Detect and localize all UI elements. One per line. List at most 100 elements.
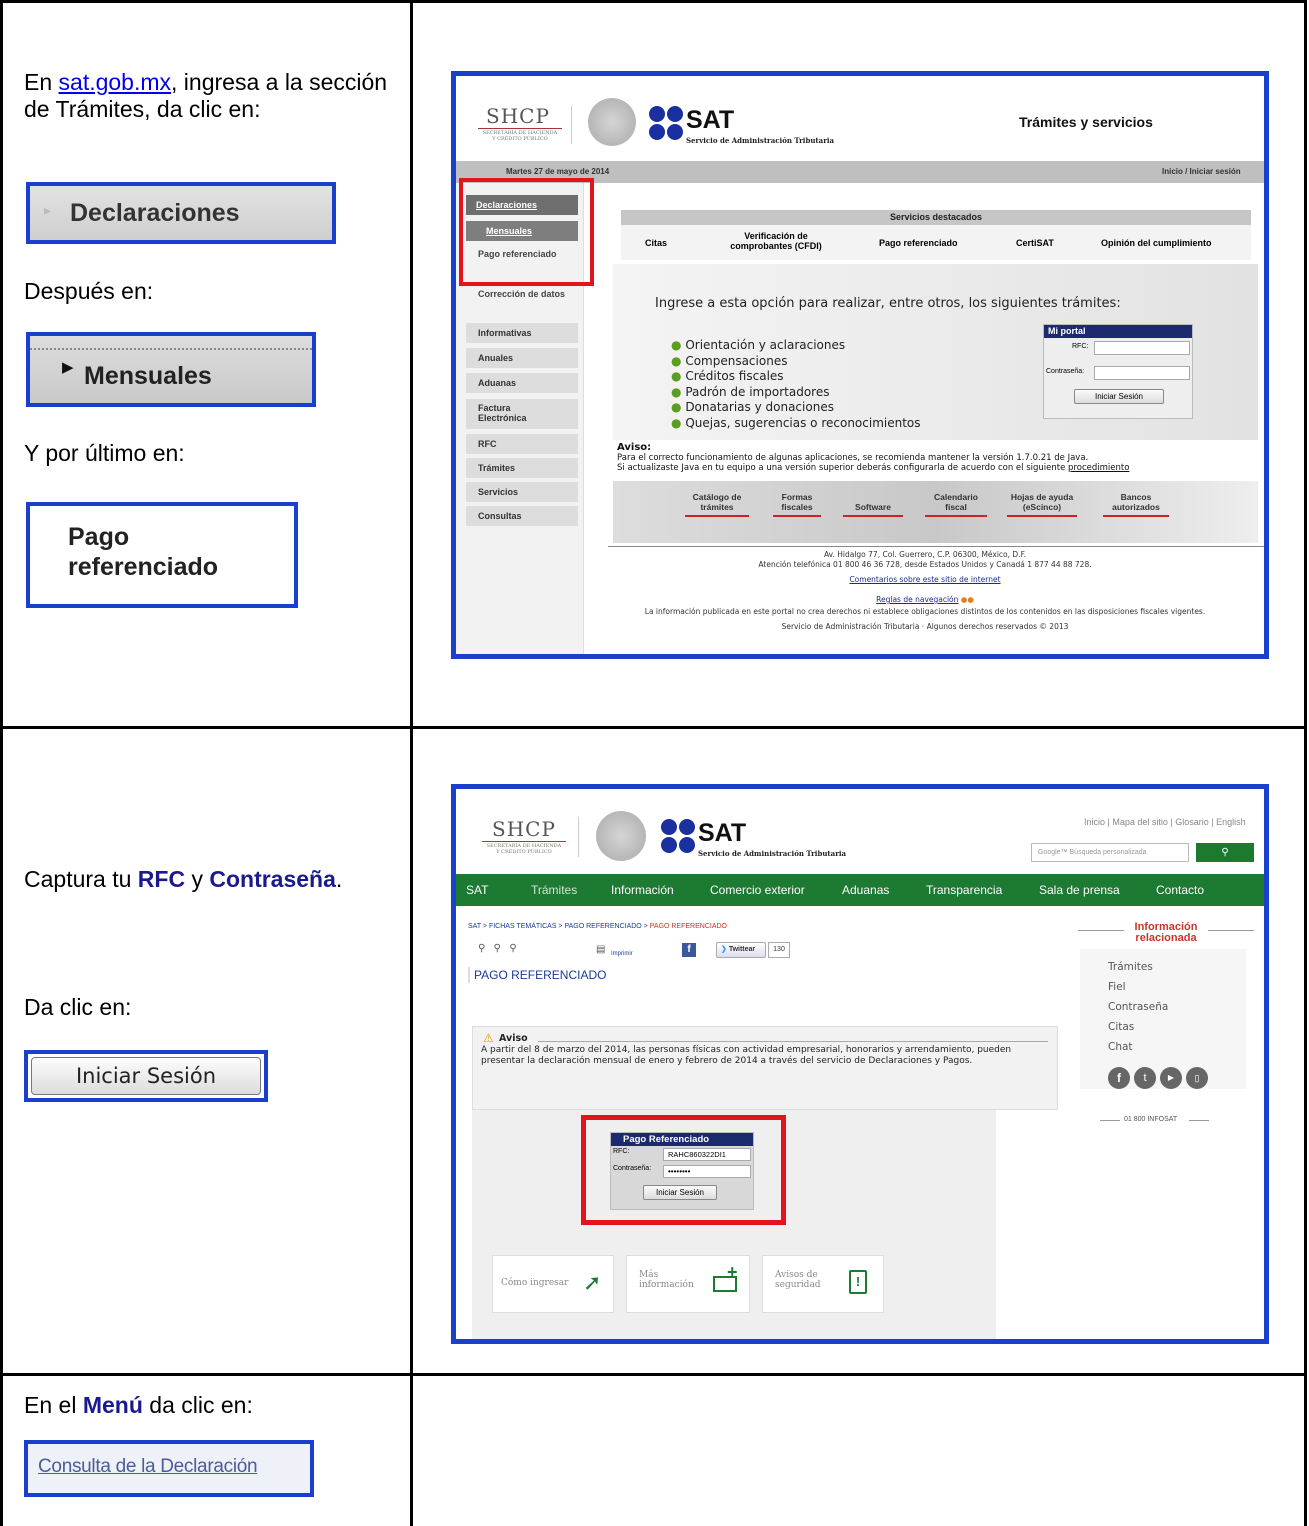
menu-text: En el Menú da clic en:: [24, 1392, 253, 1419]
servicio-link[interactable]: Pago referenciado: [879, 238, 958, 248]
pago-referenciado-button-image: Pago referenciado: [26, 502, 298, 608]
reglas-link[interactable]: Reglas de navegación: [876, 595, 958, 604]
mensuales-button-image: ▶ Mensuales: [26, 332, 316, 407]
rfc-emphasis: RFC: [137, 866, 186, 892]
aviso-line1: Para el correcto funcionamiento de algun…: [617, 453, 1089, 463]
triangle-icon: ▶: [62, 359, 74, 376]
tramite-label: Créditos fiscales: [685, 369, 784, 384]
bottom-link[interactable]: Bancos autorizados: [1103, 492, 1169, 517]
shcp-line: [478, 128, 562, 129]
menu-item-informativas[interactable]: Informativas: [466, 323, 578, 343]
tramite-label: Orientación y aclaraciones: [685, 338, 846, 352]
nav-item[interactable]: Aduanas: [842, 883, 889, 897]
nav-item[interactable]: Trámites: [531, 883, 577, 897]
rfc-input[interactable]: RAHC860322DI1: [663, 1148, 751, 1161]
declaraciones-label: Declaraciones: [70, 199, 240, 227]
password-input[interactable]: ••••••••: [663, 1165, 751, 1178]
rfc-label: RFC:: [613, 1148, 630, 1155]
aviso-block: Aviso: Para el correcto funcionamiento d…: [617, 443, 1262, 474]
info-link[interactable]: Fiel: [1108, 977, 1168, 997]
nav-item[interactable]: Contacto: [1156, 883, 1204, 897]
tile-mas-informacion[interactable]: Más información +: [626, 1255, 750, 1313]
info-line-right: [1208, 930, 1254, 931]
procedimiento-link[interactable]: procedimiento: [1068, 463, 1129, 473]
nav-item[interactable]: Información: [611, 883, 674, 897]
sat-link[interactable]: sat.gob.mx: [59, 69, 172, 95]
breadcrumb-path[interactable]: SAT > FICHAS TEMÁTICAS > PAGO REFERENCIA…: [468, 923, 650, 930]
shcp-sub2: Y CRÉDITO PÚBLICO: [496, 849, 552, 855]
tweet-button[interactable]: ❯ Twittear: [716, 942, 766, 958]
nav-item[interactable]: Sala de prensa: [1039, 883, 1120, 897]
footer-address: Av. Hidalgo 77, Col. Guerrero, C.P. 0630…: [823, 550, 1027, 559]
facebook-icon[interactable]: f: [682, 943, 696, 957]
menu-item-factura[interactable]: Factura Electrónica: [466, 399, 578, 429]
footer-block: Av. Hidalgo 77, Col. Guerrero, C.P. 0630…: [586, 550, 1264, 632]
login-button[interactable]: Iniciar Sesión: [643, 1185, 717, 1200]
footer-divider: [608, 546, 1264, 547]
menu-item-aduanas[interactable]: Aduanas: [466, 373, 578, 393]
menu-prefix: En el: [24, 1392, 83, 1418]
zoom-icons[interactable]: ⚲ ⚲ ⚲: [478, 943, 517, 954]
consulta-label: Consulta de la Declaración: [38, 1456, 258, 1477]
menu-item-tramites[interactable]: Trámites: [466, 458, 578, 478]
nav-item[interactable]: Comercio exterior: [710, 883, 805, 897]
menu-label: Informativas: [478, 328, 532, 338]
search-button[interactable]: ⚲: [1196, 843, 1254, 862]
tile-avisos-seguridad[interactable]: Avisos de seguridad !: [762, 1255, 884, 1313]
comentarios-link[interactable]: Comentarios sobre este sitio de internet: [586, 575, 1264, 585]
menu-item-rfc[interactable]: RFC: [466, 434, 578, 454]
bottom-link[interactable]: Software: [843, 502, 903, 517]
menu-item-servicios[interactable]: Servicios: [466, 482, 578, 502]
sat-logo-dot: [649, 106, 665, 122]
portal-pass-input[interactable]: [1094, 366, 1190, 380]
menu-item-correccion[interactable]: Corrección de datos: [478, 289, 568, 299]
top-links[interactable]: Inicio | Mapa del sitio | Glosario | Eng…: [1084, 817, 1246, 827]
tile-como-ingresar[interactable]: Cómo ingresar ➚: [492, 1255, 614, 1313]
mobile-app-icon[interactable]: ▯: [1186, 1067, 1208, 1089]
print-icon[interactable]: ▤: [596, 944, 605, 955]
info-link[interactable]: Citas: [1108, 1017, 1168, 1037]
pago-referenciado-screenshot: SHCP SECRETARÍA DE HACIENDA Y CRÉDITO PÚB…: [451, 784, 1269, 1344]
menu-label: Consultas: [478, 511, 522, 521]
servicio-link[interactable]: Verificación de comprobantes (CFDI): [716, 231, 836, 251]
menu-item-consultas[interactable]: Consultas: [466, 506, 578, 526]
nav-item[interactable]: Transparencia: [926, 883, 1002, 897]
facebook-icon[interactable]: f: [1108, 1067, 1130, 1089]
menu-emphasis: Menú: [82, 1392, 143, 1418]
search-input[interactable]: Google™ Búsqueda personalizada: [1031, 843, 1189, 862]
sat-logo-dot: [661, 819, 677, 835]
bottom-link[interactable]: Calendario fiscal: [925, 492, 987, 517]
twitter-icon[interactable]: t: [1134, 1067, 1156, 1089]
info-link[interactable]: Contraseña: [1108, 997, 1168, 1017]
highlight-box: [459, 178, 594, 286]
servicio-link[interactable]: Opinión del cumplimiento: [1101, 238, 1212, 248]
imprimir-link[interactable]: Imprimir: [611, 951, 633, 957]
portal-login-button[interactable]: Iniciar Sesión: [1074, 389, 1164, 404]
sat-logo-dot: [679, 819, 695, 835]
sat-logo-dot: [679, 837, 695, 853]
info-link[interactable]: Chat: [1108, 1037, 1168, 1057]
menu-item-anuales[interactable]: Anuales: [466, 348, 578, 368]
bottom-link[interactable]: Catálogo de trámites: [685, 492, 749, 517]
pass-label: Contraseña:: [613, 1165, 652, 1172]
nav-item[interactable]: SAT: [466, 883, 488, 897]
servicio-link[interactable]: CertiSAT: [1016, 238, 1054, 248]
bottom-link[interactable]: Hojas de ayuda (eScinco): [1007, 492, 1077, 517]
tramites-list: ● Orientación y aclaraciones ● Compensac…: [671, 338, 921, 432]
servicio-link[interactable]: Citas: [645, 238, 667, 248]
footer-phone: Atención telefónica 01 800 46 36 728, de…: [758, 560, 1092, 569]
twittear-label: Twittear: [728, 946, 756, 953]
info-link[interactable]: Trámites: [1108, 957, 1168, 977]
bottom-link[interactable]: Formas fiscales: [773, 492, 821, 517]
table-row-divider-2: [0, 1373, 1307, 1376]
youtube-icon[interactable]: ▶: [1160, 1067, 1182, 1089]
triangle-icon: ▸: [44, 202, 52, 218]
login-link[interactable]: Inicio / Iniciar sesión: [1162, 167, 1241, 176]
login-form: Pago Referenciado RFC: RAHC860322DI1 Con…: [610, 1132, 754, 1210]
sat-logo-dot: [649, 124, 665, 140]
sat-tramites-screenshot: SHCP SECRETARÍA DE HACIENDA Y CRÉDITO PÚB…: [451, 71, 1269, 659]
table-border-top: [0, 0, 1307, 3]
menu-label: Aduanas: [478, 378, 517, 388]
portal-rfc-input[interactable]: [1094, 341, 1190, 355]
list-item: ● Quejas, sugerencias o reconocimientos: [671, 415, 921, 430]
